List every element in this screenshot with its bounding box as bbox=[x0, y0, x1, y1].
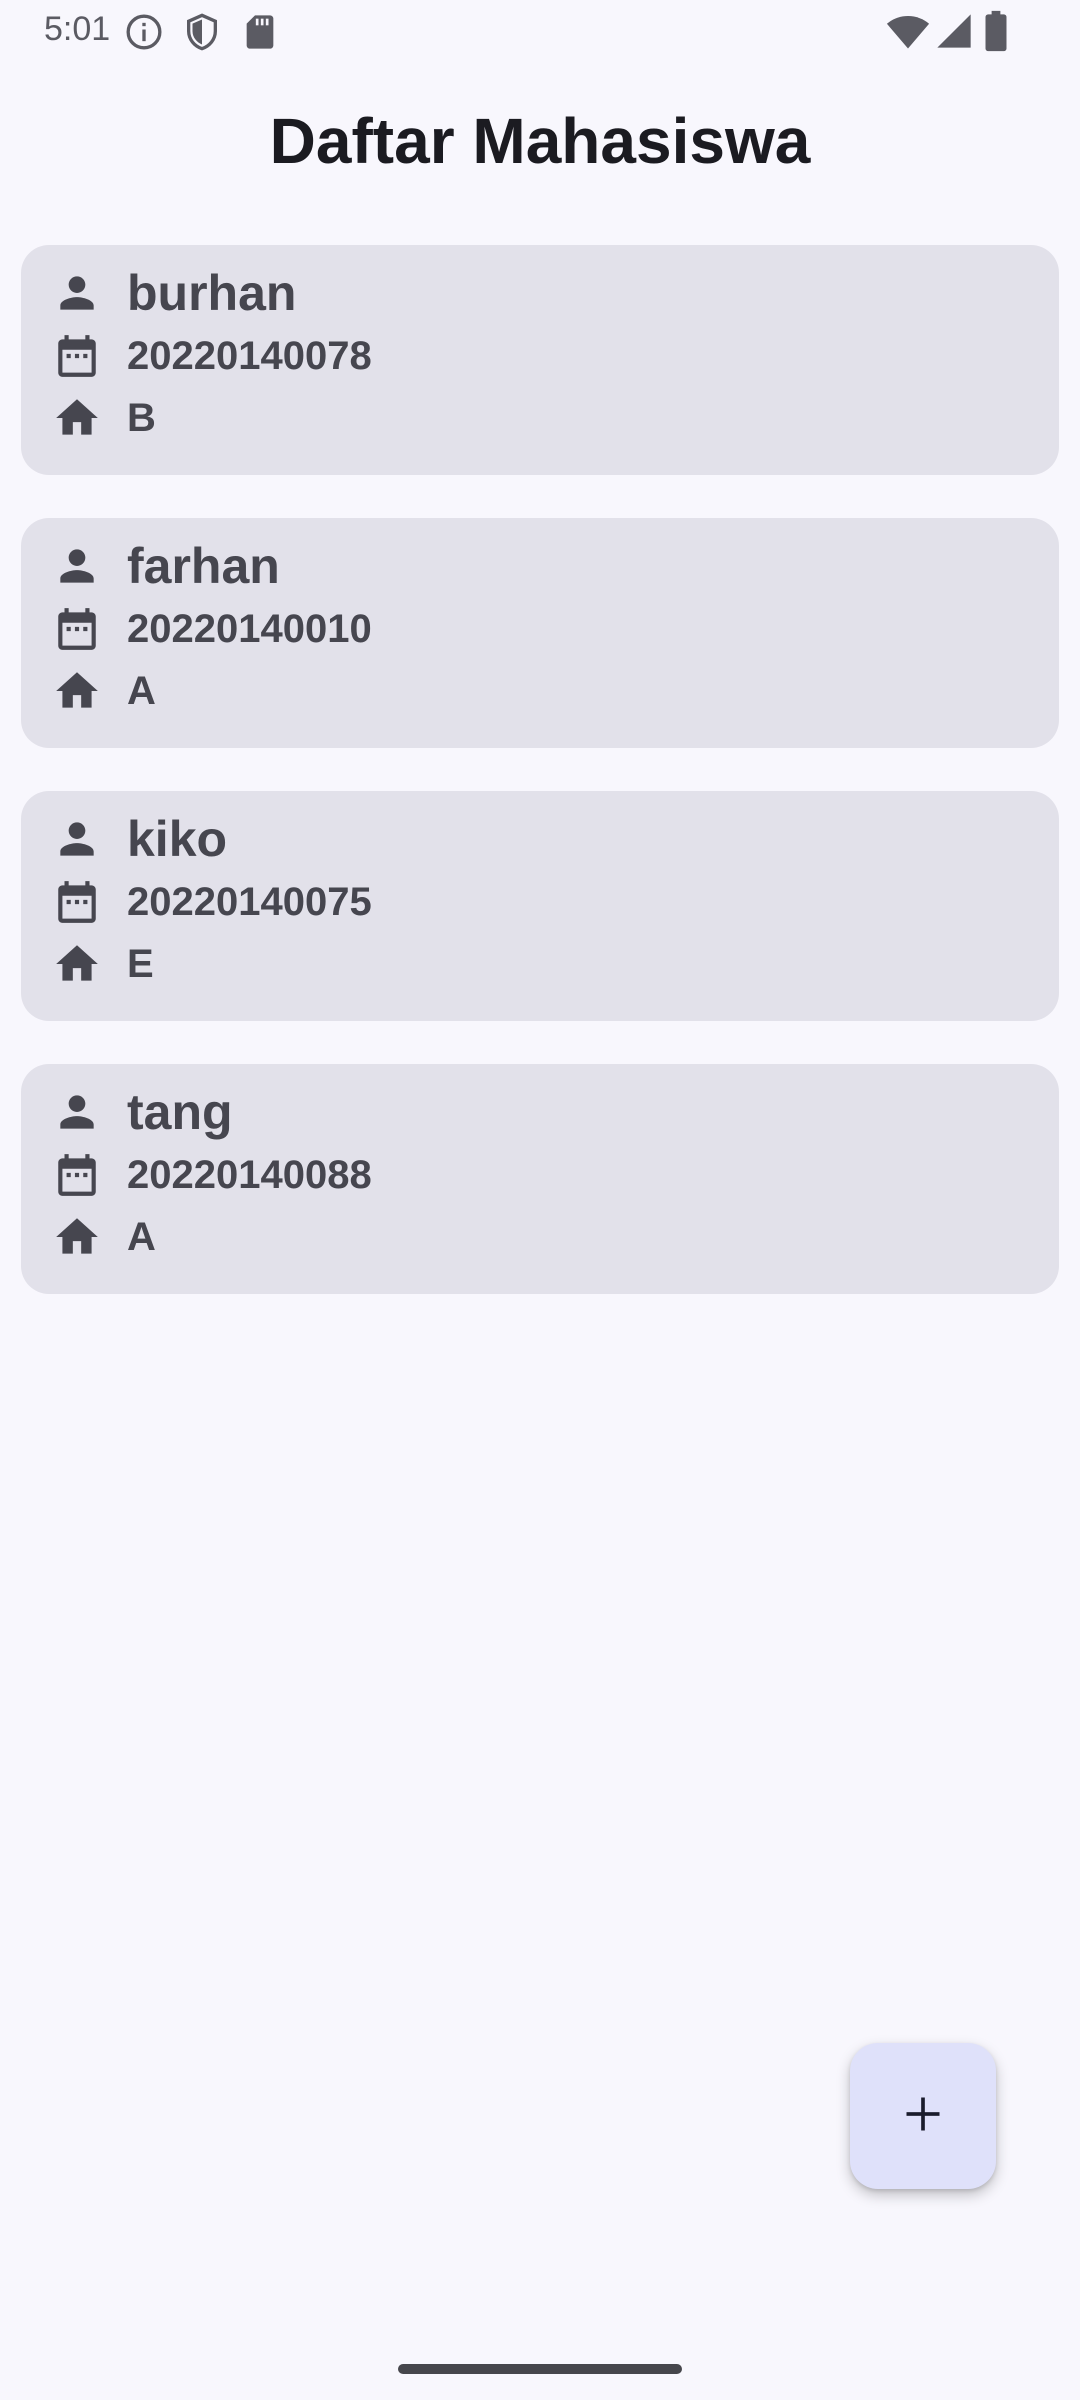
wifi-icon bbox=[886, 10, 930, 59]
student-nim-row: 20220140075 bbox=[49, 874, 372, 930]
home-icon bbox=[49, 936, 105, 992]
student-nim: 20220140075 bbox=[127, 879, 372, 924]
calendar-icon bbox=[49, 874, 105, 930]
page-title: Daftar Mahasiswa bbox=[269, 105, 811, 177]
student-kelas-row: A bbox=[49, 663, 156, 719]
student-kelas: B bbox=[127, 395, 156, 440]
student-kelas: A bbox=[127, 1214, 156, 1259]
person-icon bbox=[49, 538, 105, 594]
student-card[interactable]: farhan 20220140010 A bbox=[21, 518, 1059, 748]
home-icon bbox=[49, 1209, 105, 1265]
student-name-row: farhan bbox=[49, 538, 280, 594]
calendar-icon bbox=[49, 601, 105, 657]
battery-icon bbox=[982, 10, 1010, 57]
add-student-button[interactable] bbox=[850, 2043, 996, 2189]
sd-card-icon bbox=[240, 12, 280, 57]
student-nim: 20220140078 bbox=[127, 333, 372, 378]
person-icon bbox=[49, 811, 105, 867]
student-nim: 20220140010 bbox=[127, 606, 372, 651]
student-card[interactable]: burhan 20220140078 B bbox=[21, 245, 1059, 475]
home-icon bbox=[49, 390, 105, 446]
plus-icon bbox=[901, 2092, 945, 2141]
person-icon bbox=[49, 265, 105, 321]
signal-icon bbox=[934, 10, 974, 57]
student-name: kiko bbox=[127, 811, 228, 867]
student-kelas-row: B bbox=[49, 390, 156, 446]
student-kelas: A bbox=[127, 668, 156, 713]
student-nim: 20220140088 bbox=[127, 1152, 372, 1197]
student-nim-row: 20220140010 bbox=[49, 601, 372, 657]
status-bar: 5:01 bbox=[0, 0, 1080, 64]
home-icon bbox=[49, 663, 105, 719]
student-name-row: kiko bbox=[49, 811, 227, 867]
student-card[interactable]: kiko 20220140075 E bbox=[21, 791, 1059, 1021]
student-nim-row: 20220140088 bbox=[49, 1147, 372, 1203]
student-name: burhan bbox=[127, 265, 297, 321]
calendar-icon bbox=[49, 1147, 105, 1203]
student-nim-row: 20220140078 bbox=[49, 328, 372, 384]
student-name: farhan bbox=[127, 538, 280, 594]
info-icon bbox=[124, 12, 164, 57]
person-icon bbox=[49, 1084, 105, 1140]
student-name: tang bbox=[127, 1084, 233, 1140]
student-list: burhan 20220140078 B farhan 20220140010 … bbox=[21, 245, 1059, 1337]
student-kelas-row: E bbox=[49, 936, 154, 992]
student-name-row: burhan bbox=[49, 265, 296, 321]
student-kelas-row: A bbox=[49, 1209, 156, 1265]
student-card[interactable]: tang 20220140088 A bbox=[21, 1064, 1059, 1294]
status-time: 5:01 bbox=[44, 10, 111, 48]
student-name-row: tang bbox=[49, 1084, 233, 1140]
student-kelas: E bbox=[127, 941, 154, 986]
shield-icon bbox=[182, 12, 222, 57]
gesture-nav-handle[interactable] bbox=[398, 2364, 682, 2374]
calendar-icon bbox=[49, 328, 105, 384]
